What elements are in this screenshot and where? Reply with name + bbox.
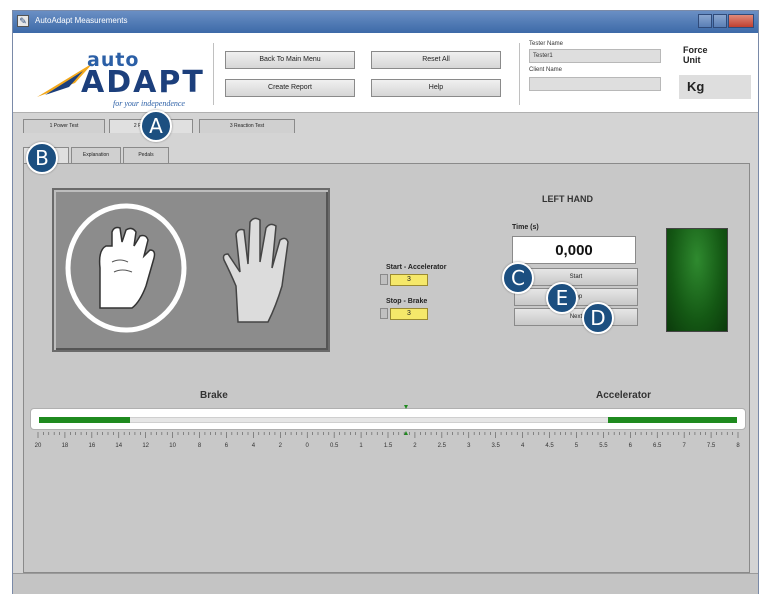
scale-label: 6 <box>629 443 633 449</box>
scale-label: 7.5 <box>707 443 716 449</box>
scale-label: 0.5 <box>330 443 339 449</box>
time-label: Time (s) <box>512 224 539 231</box>
main-tab-bar: 1 Power Test 2 Reaction Test 3 Reaction … <box>13 117 758 133</box>
status-indicator-light <box>666 228 728 332</box>
stop-brake-label: Stop - Brake <box>386 298 428 305</box>
scale-label: 3 <box>467 443 471 449</box>
autoadapt-logo: auto ADAPT for your independence <box>35 49 215 108</box>
slider-scale: 20 18 16 14 12 10 8 6 4 2 0 0.5 1 1.5 2 2.5 3 3.5 4 4.5 5 5.5… <box>35 432 740 449</box>
scale-label: 2 <box>279 443 283 449</box>
brake-level-bar <box>39 417 130 423</box>
minimize-button[interactable] <box>698 14 712 28</box>
scale-label: 3.5 <box>492 443 501 449</box>
maximize-button[interactable] <box>713 14 727 28</box>
create-report-button[interactable]: Create Report <box>225 79 355 97</box>
accelerator-label: Accelerator <box>596 390 652 401</box>
scale-label: 7 <box>682 443 686 449</box>
window-title: AutoAdapt Measurements <box>35 16 128 25</box>
status-bar <box>13 573 758 594</box>
scale-label: 4 <box>252 443 256 449</box>
tab-pedals[interactable]: Pedals <box>123 147 169 163</box>
callout-badge-a: A <box>140 110 172 142</box>
help-button[interactable]: Help <box>371 79 501 97</box>
scale-label: 6.5 <box>653 443 662 449</box>
callout-badge-e: E <box>546 282 578 314</box>
brake-accelerator-slider[interactable] <box>30 405 746 435</box>
start-decrement-arrow[interactable] <box>380 274 388 285</box>
callout-badge-b: B <box>26 142 58 174</box>
scale-label: 10 <box>169 443 176 449</box>
start-accelerator-field[interactable]: 3 <box>390 274 428 286</box>
hands-icon <box>65 203 289 333</box>
scale-label: 8 <box>736 443 740 449</box>
logo-tagline: for your independence <box>113 99 185 108</box>
client-name-field[interactable] <box>529 77 661 91</box>
scale-label: 6 <box>225 443 229 449</box>
header: auto ADAPT for your independence Back To… <box>13 33 758 113</box>
scale-label: 4.5 <box>545 443 554 449</box>
app-icon: ✎ <box>17 15 29 27</box>
scale-label: 2.5 <box>438 443 447 449</box>
callout-badge-d: D <box>582 302 614 334</box>
scale-label: 20 <box>35 443 42 449</box>
stop-brake-field[interactable]: 3 <box>390 308 428 320</box>
accelerator-level-bar <box>607 417 737 423</box>
scale-label: 4 <box>521 443 525 449</box>
scale-label: 0 <box>306 443 310 449</box>
scale-label: 14 <box>115 443 122 449</box>
divider <box>519 43 520 105</box>
force-unit-value[interactable]: Kg <box>679 75 751 99</box>
brake-label: Brake <box>200 390 228 401</box>
next-button[interactable]: Next <box>514 308 638 326</box>
scale-label: 12 <box>142 443 149 449</box>
time-display: 0,000 <box>512 236 636 264</box>
app-window: ✎ AutoAdapt Measurements auto ADAPT for … <box>12 10 759 594</box>
scale-label: 2 <box>413 443 417 449</box>
close-button[interactable] <box>728 14 754 28</box>
center-marker-icon <box>404 405 408 435</box>
start-accelerator-label: Start - Accelerator <box>386 264 447 271</box>
logo-adapt-text: ADAPT <box>81 65 205 100</box>
tester-name-field[interactable]: Tester1 <box>529 49 661 63</box>
scale-label: 8 <box>198 443 202 449</box>
scale-label: 5.5 <box>599 443 608 449</box>
scale-label: 5 <box>575 443 579 449</box>
back-to-main-menu-button[interactable]: Back To Main Menu <box>225 51 355 69</box>
window-controls <box>698 14 754 28</box>
scale-label: 16 <box>89 443 96 449</box>
scale-label: 18 <box>62 443 69 449</box>
tab-third-test[interactable]: 3 Reaction Test <box>199 119 295 133</box>
test-panel: Start - Accelerator 3 Stop - Brake 3 LEF… <box>23 163 750 573</box>
title-bar: ✎ AutoAdapt Measurements <box>13 11 758 33</box>
callout-badge-c: C <box>502 262 534 294</box>
client-name-label: Client Name <box>529 67 563 73</box>
force-unit-label: Force Unit <box>683 45 708 65</box>
hands-illustration <box>52 188 330 352</box>
divider <box>213 43 214 105</box>
scale-label: 1 <box>359 443 363 449</box>
tab-explanation[interactable]: Explanation <box>71 147 121 163</box>
tab-power-test[interactable]: 1 Power Test <box>23 119 105 133</box>
tester-name-label: Tester Name <box>529 41 564 47</box>
stop-decrement-arrow[interactable] <box>380 308 388 319</box>
test-title: LEFT HAND <box>542 194 593 204</box>
scale-label: 1.5 <box>384 443 393 449</box>
reset-all-button[interactable]: Reset All <box>371 51 501 69</box>
